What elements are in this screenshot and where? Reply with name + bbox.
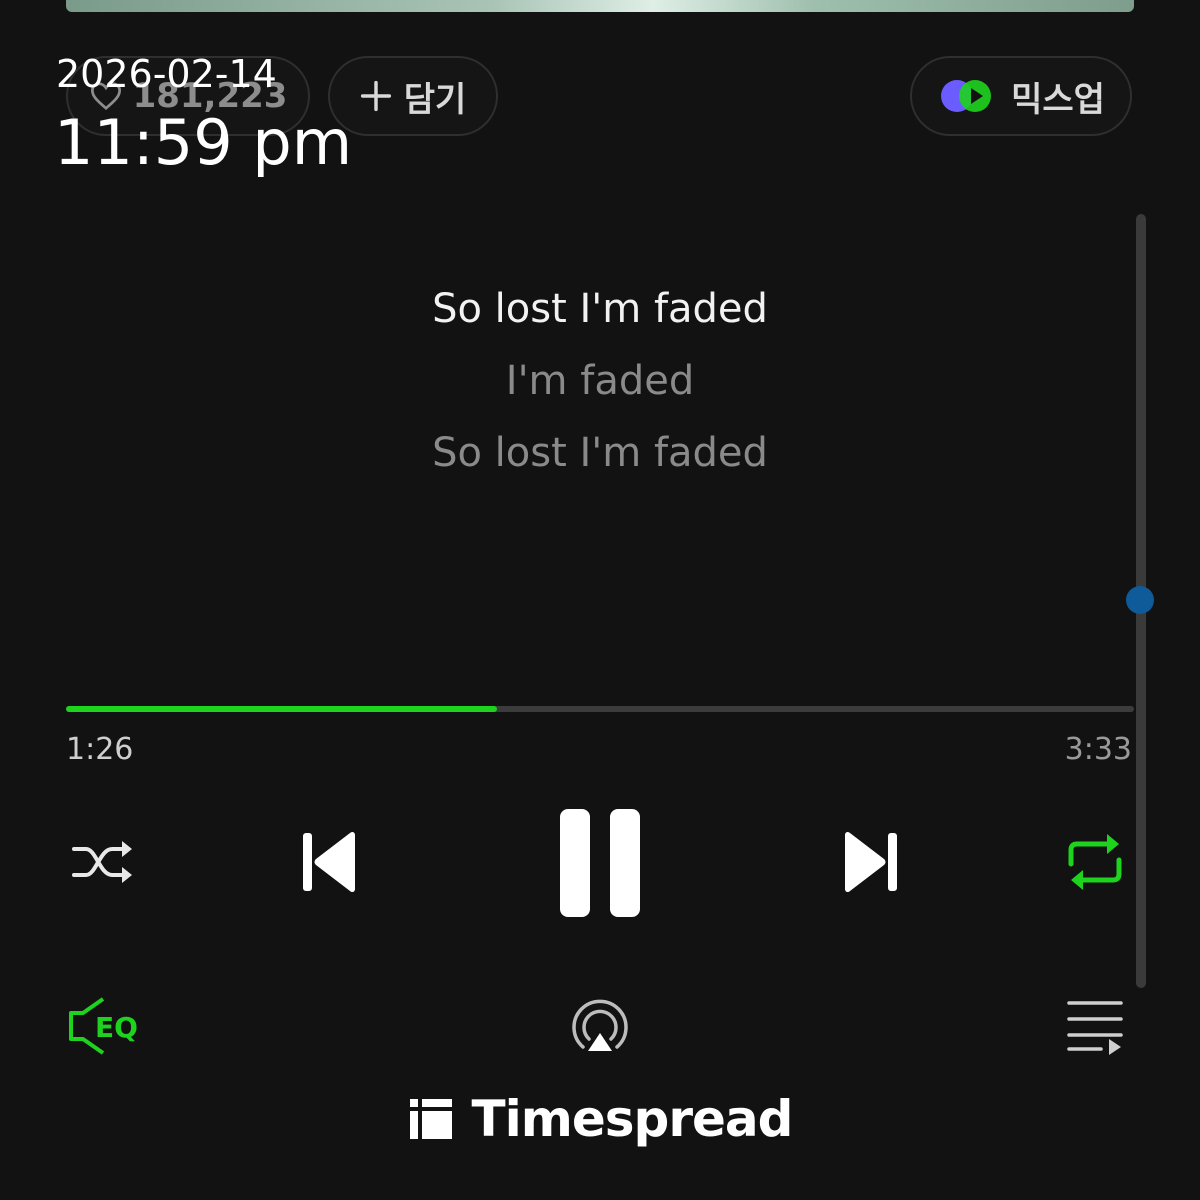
skip-previous-icon bbox=[303, 831, 355, 893]
overlay-date: 2026-02-14 bbox=[56, 52, 277, 96]
airplay-button[interactable] bbox=[566, 994, 634, 1058]
overlay-time: 11:59 pm bbox=[54, 106, 353, 179]
airplay-icon bbox=[572, 999, 628, 1051]
elapsed-time: 1:26 bbox=[66, 732, 134, 767]
mixup-icon bbox=[941, 80, 992, 112]
lyric-line[interactable]: So lost I'm faded bbox=[0, 430, 1200, 476]
repeat-icon bbox=[1068, 834, 1122, 890]
playlist-button[interactable] bbox=[1064, 996, 1126, 1056]
next-button[interactable] bbox=[838, 826, 904, 898]
lyric-line[interactable]: I'm faded bbox=[0, 358, 1200, 404]
brand-name: Timespread bbox=[471, 1090, 794, 1148]
eq-button[interactable]: EQ bbox=[62, 994, 148, 1058]
total-time: 3:33 bbox=[1064, 732, 1132, 767]
eq-icon: EQ bbox=[69, 997, 138, 1055]
pause-icon bbox=[560, 809, 640, 917]
seek-bar-fill bbox=[66, 706, 498, 712]
album-art-strip bbox=[66, 0, 1134, 12]
shuffle-icon bbox=[72, 841, 132, 883]
seek-bar[interactable] bbox=[66, 706, 1134, 712]
pause-button[interactable] bbox=[552, 802, 648, 922]
previous-button[interactable] bbox=[296, 826, 362, 898]
plus-icon bbox=[360, 80, 391, 112]
svg-text:EQ: EQ bbox=[95, 1011, 138, 1044]
mixup-label: 믹스업 bbox=[1011, 79, 1105, 120]
timespread-logo-icon bbox=[409, 1099, 452, 1139]
add-label: 담기 bbox=[403, 79, 467, 120]
lyrics-scroll-thumb[interactable] bbox=[1126, 586, 1154, 614]
mixup-button[interactable]: 믹스업 bbox=[910, 56, 1132, 136]
shuffle-button[interactable] bbox=[66, 832, 140, 892]
brand-watermark: Timespread bbox=[0, 1090, 1200, 1148]
lyric-line-current[interactable]: So lost I'm faded bbox=[0, 286, 1200, 332]
skip-next-icon bbox=[845, 831, 897, 893]
add-to-playlist-button[interactable]: 담기 bbox=[328, 56, 498, 136]
playlist-icon bbox=[1067, 1001, 1123, 1055]
repeat-button[interactable] bbox=[1060, 830, 1130, 894]
